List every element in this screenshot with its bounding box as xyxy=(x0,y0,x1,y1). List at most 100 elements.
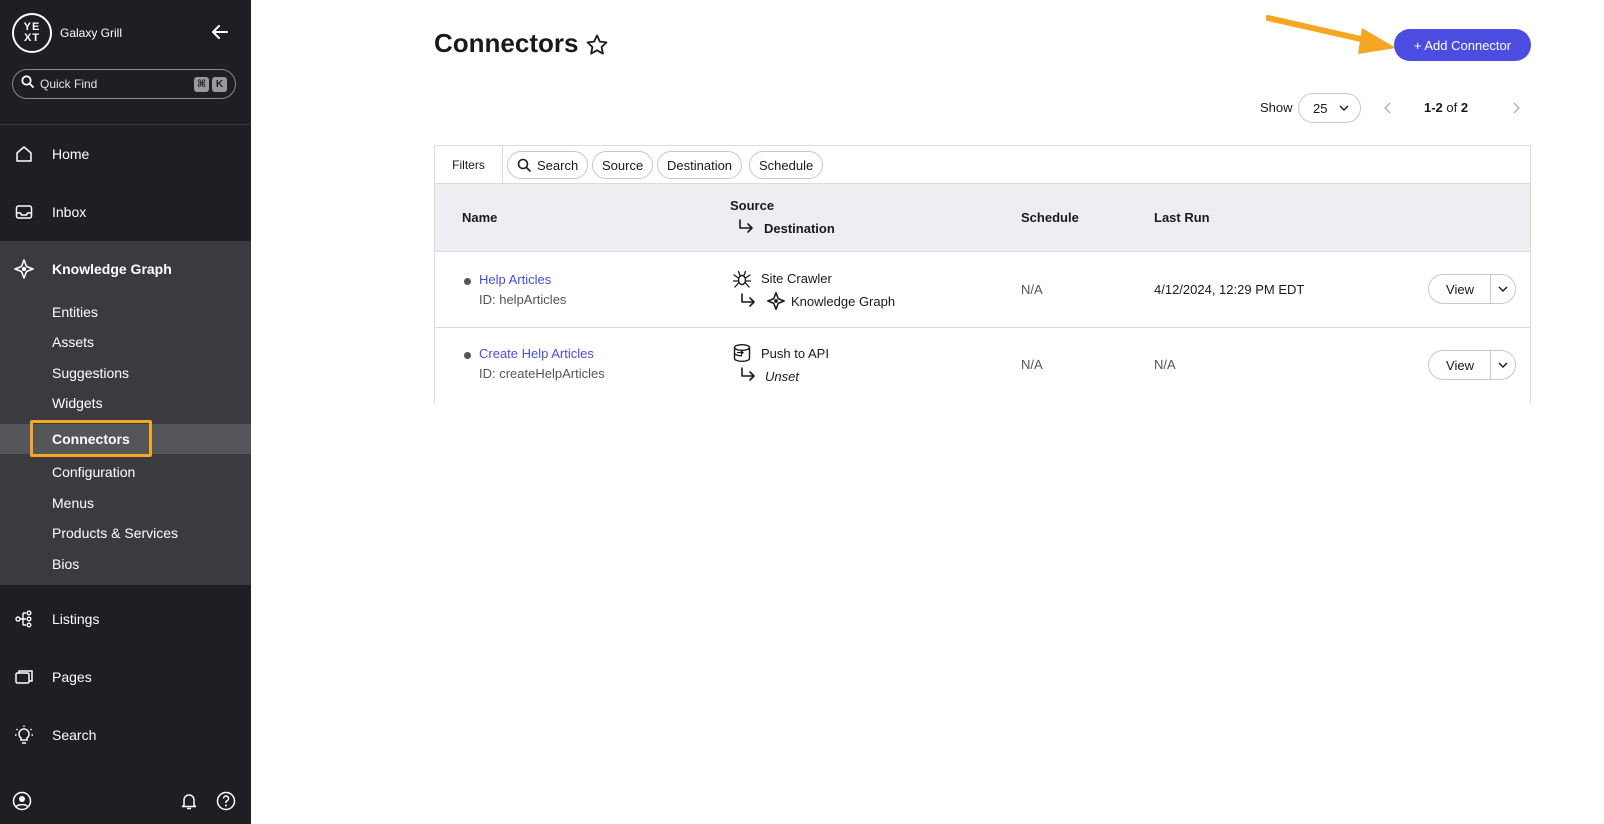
connectors-table: Filters Search Source Destination Schedu… xyxy=(434,145,1531,404)
brand[interactable]: YE XT Galaxy Grill xyxy=(12,13,122,53)
user-profile-icon[interactable] xyxy=(11,790,33,812)
filter-chip-label: Search xyxy=(537,157,579,173)
sidebar-item-inbox[interactable]: Inbox xyxy=(0,184,251,240)
inbox-icon xyxy=(13,201,35,223)
quick-find-input[interactable] xyxy=(40,77,180,91)
quick-find[interactable]: ⌘ K xyxy=(12,69,236,99)
add-connector-button[interactable]: + Add Connector xyxy=(1394,29,1531,61)
column-header-name[interactable]: Name xyxy=(462,210,497,225)
bell-icon[interactable] xyxy=(178,790,200,812)
destination-label: Unset xyxy=(765,369,799,384)
yext-logo: YE XT xyxy=(12,13,52,53)
filters-bar: Filters Search Source Destination Schedu… xyxy=(435,146,1530,184)
view-button[interactable]: View xyxy=(1428,274,1491,304)
sidebar-subitem-label: Entities xyxy=(52,304,98,320)
cmd-key: ⌘ xyxy=(194,77,209,92)
lightbulb-icon xyxy=(13,724,35,746)
destination-arrow-icon xyxy=(740,367,758,383)
status-dot xyxy=(464,278,471,285)
page-range-current: 1-2 xyxy=(1424,100,1443,115)
sidebar-item-pages[interactable]: Pages xyxy=(0,649,251,705)
next-page-icon[interactable] xyxy=(1508,100,1524,116)
destination-arrow-icon xyxy=(740,293,758,309)
status-dot xyxy=(464,352,471,359)
sidebar-subitem-label: Menus xyxy=(52,495,95,511)
sidebar-subitem-assets[interactable]: Assets xyxy=(0,327,251,357)
sidebar-item-label: Pages xyxy=(52,669,92,685)
table-header: Name Source Destination Schedule Last Ru… xyxy=(435,184,1530,252)
sidebar-footer xyxy=(0,786,251,816)
view-button[interactable]: View xyxy=(1428,350,1491,380)
listings-icon xyxy=(13,608,35,630)
connector-name-link[interactable]: Create Help Articles xyxy=(479,346,594,361)
help-icon[interactable] xyxy=(215,790,237,812)
schedule-value: N/A xyxy=(1021,282,1043,297)
sidebar-subitem-entities[interactable]: Entities xyxy=(0,297,251,327)
page-size-select[interactable]: 25 xyxy=(1298,93,1361,123)
sidebar-subitem-suggestions[interactable]: Suggestions xyxy=(0,358,251,388)
column-header-schedule[interactable]: Schedule xyxy=(1021,210,1079,225)
filter-chip-source[interactable]: Source xyxy=(592,151,654,179)
favorite-star-icon[interactable] xyxy=(585,33,609,57)
sidebar-subitem-configuration[interactable]: Configuration xyxy=(0,457,251,487)
schedule-value: N/A xyxy=(1021,357,1043,372)
destination-arrow-icon xyxy=(738,219,756,240)
sidebar-subitem-label: Connectors xyxy=(52,431,130,447)
collapse-sidebar-icon[interactable] xyxy=(208,20,232,44)
filter-chip-destination[interactable]: Destination xyxy=(657,151,743,179)
source-label: Push to API xyxy=(761,346,829,361)
sidebar-item-listings[interactable]: Listings xyxy=(0,591,251,647)
sidebar-subitem-widgets[interactable]: Widgets xyxy=(0,388,251,418)
shortcut-hint: ⌘ K xyxy=(191,77,227,92)
knowledge-graph-icon xyxy=(766,291,786,311)
k-key: K xyxy=(212,77,227,92)
home-icon xyxy=(13,143,35,165)
sidebar-item-knowledge-graph[interactable]: Knowledge Graph xyxy=(0,241,251,297)
spider-icon xyxy=(732,269,752,289)
annotation-arrow-icon xyxy=(1266,15,1396,54)
last-run-value: N/A xyxy=(1154,357,1176,372)
row-actions-chevron-down-icon[interactable] xyxy=(1490,274,1516,304)
connector-name-link[interactable]: Help Articles xyxy=(479,272,551,287)
table-row: Help Articles ID: helpArticles Site Craw… xyxy=(435,252,1530,328)
search-icon xyxy=(517,158,531,172)
sidebar-subitem-label: Bios xyxy=(52,556,80,572)
column-header-destination[interactable]: Destination xyxy=(764,221,835,236)
filter-chip-schedule[interactable]: Schedule xyxy=(749,151,824,179)
filters-label: Filters xyxy=(435,146,503,183)
search-icon xyxy=(21,75,34,93)
sidebar-subitem-menus[interactable]: Menus xyxy=(0,488,251,518)
sidebar-item-label: Listings xyxy=(52,611,100,627)
page-range-of: of xyxy=(1446,100,1458,115)
pages-icon xyxy=(13,666,35,688)
column-header-last-run[interactable]: Last Run xyxy=(1154,210,1210,225)
connector-id: ID: helpArticles xyxy=(479,292,567,307)
filter-chip-label: Schedule xyxy=(759,157,814,173)
sidebar-item-label: Search xyxy=(52,727,97,743)
show-label: Show xyxy=(1260,100,1293,115)
sidebar-subitem-label: Products & Services xyxy=(52,525,179,541)
table-row: Create Help Articles ID: createHelpArtic… xyxy=(435,328,1530,404)
sidebar-subitem-label: Widgets xyxy=(52,395,103,411)
filter-chip-search[interactable]: Search xyxy=(507,151,589,179)
column-header-source[interactable]: Source xyxy=(730,198,774,213)
account-name: Galaxy Grill xyxy=(60,26,123,40)
last-run-value: 4/12/2024, 12:29 PM EDT xyxy=(1154,282,1305,297)
page-range: 1-2 of 2 xyxy=(1424,100,1468,115)
logo-text: YE XT xyxy=(23,21,41,44)
api-database-icon xyxy=(732,343,752,363)
sidebar-subitem-connectors[interactable]: Connectors xyxy=(0,424,251,454)
knowledge-graph-icon xyxy=(13,258,35,280)
filter-chip-label: Source xyxy=(602,157,644,173)
sidebar-subitem-bios[interactable]: Bios xyxy=(0,549,251,579)
destination-label: Knowledge Graph xyxy=(791,294,896,309)
filter-chip-label: Destination xyxy=(667,157,733,173)
row-actions-chevron-down-icon[interactable] xyxy=(1490,350,1516,380)
sidebar-subitem-label: Assets xyxy=(52,334,95,350)
sidebar: YE XT Galaxy Grill ⌘ K Home Inbox Knowle… xyxy=(0,0,251,824)
sidebar-item-search[interactable]: Search xyxy=(0,707,251,763)
sidebar-subitem-products-services[interactable]: Products & Services xyxy=(0,518,251,548)
sidebar-divider xyxy=(0,124,251,125)
previous-page-icon[interactable] xyxy=(1380,100,1396,116)
sidebar-item-home[interactable]: Home xyxy=(0,126,251,182)
